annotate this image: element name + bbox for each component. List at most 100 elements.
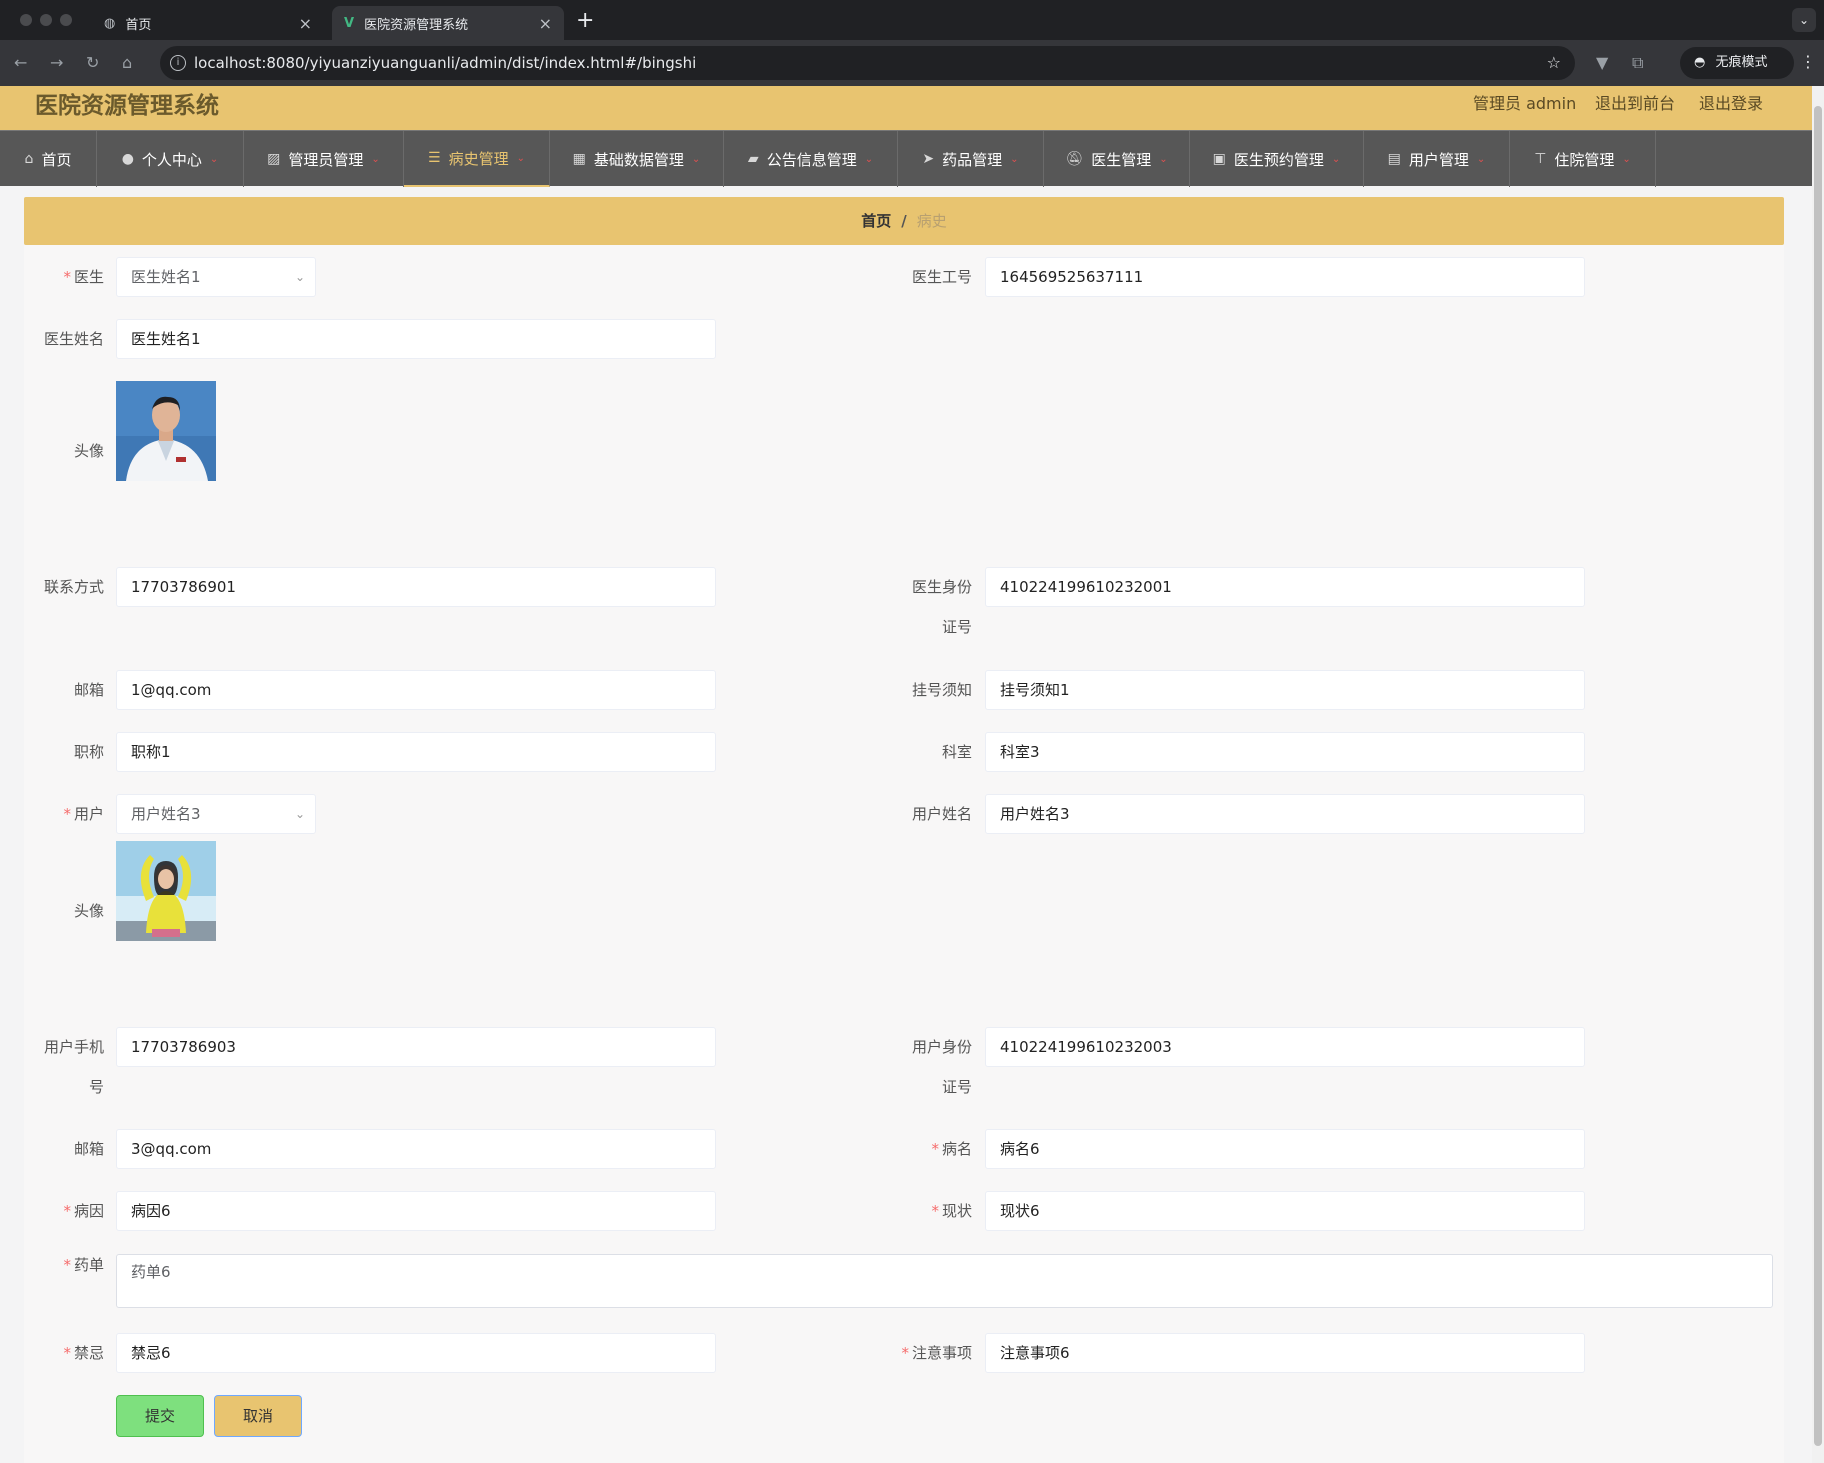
exit-to-front-link[interactable]: 退出到前台	[1595, 90, 1675, 114]
bell-off-icon: 🔕︎	[1065, 151, 1084, 167]
grid-icon: ▦	[572, 151, 586, 167]
nav-item-label: 用户管理	[1408, 150, 1469, 169]
nav-item-doctor[interactable]: 🔕︎ 医生管理 ⌄	[1044, 131, 1190, 187]
window-close-dot[interactable]	[20, 14, 32, 26]
nav-item-basic-data[interactable]: ▦ 基础数据管理 ⌄	[550, 131, 724, 187]
doctor-avatar-illustration	[116, 381, 216, 481]
user-phone-label-line2: 号	[88, 1078, 104, 1096]
history-form: * 医生 医生姓名1 ⌄ 医生工号 164569525637111 医生姓名 医生…	[24, 245, 1784, 1463]
close-icon[interactable]: ×	[299, 14, 312, 33]
address-bar[interactable]: i localhost:8080/yiyuanziyuanguanli/admi…	[160, 46, 1575, 80]
nav-item-label: 医生管理	[1091, 150, 1152, 169]
list-icon: ☰	[428, 150, 441, 166]
prescription-label: * 药单	[63, 1256, 104, 1274]
reload-icon[interactable]: ↻	[86, 53, 99, 72]
title-field[interactable]: 职称1	[116, 732, 716, 772]
status-field[interactable]: 现状6	[985, 1191, 1585, 1231]
nav-item-home[interactable]: ⌂ 首页	[0, 131, 97, 187]
window-minimize-dot[interactable]	[40, 14, 52, 26]
cancel-button[interactable]: 取消	[214, 1395, 302, 1437]
breadcrumb-separator: /	[901, 212, 907, 230]
taboo-field[interactable]: 禁忌6	[116, 1333, 716, 1373]
nav-item-label: 住院管理	[1554, 150, 1615, 169]
doctor-phone-field[interactable]: 17703786901	[116, 567, 716, 607]
user-email-field[interactable]: 3@qq.com	[116, 1129, 716, 1169]
title-label: 职称	[73, 743, 104, 761]
nav-item-inpatient[interactable]: ⊤ 住院管理 ⌄	[1510, 131, 1656, 187]
close-icon[interactable]: ×	[539, 14, 552, 33]
nav-item-history[interactable]: ☰ 病史管理 ⌄	[404, 131, 550, 187]
doctor-avatar-label: 头像	[73, 442, 104, 460]
nav-item-personal[interactable]: ● 个人中心 ⌄	[97, 131, 244, 187]
chevron-down-icon: ⌄	[516, 152, 525, 164]
cause-field[interactable]: 病因6	[116, 1191, 716, 1231]
user-select[interactable]: 用户姓名3 ⌄	[116, 794, 316, 834]
user-email-label: 邮箱	[73, 1140, 104, 1158]
url-text: localhost:8080/yiyuanziyuanguanli/admin/…	[194, 54, 697, 72]
chevron-down-icon[interactable]: ⌄	[1792, 8, 1816, 32]
incognito-icon: ◓	[1694, 55, 1706, 70]
submit-button[interactable]: 提交	[116, 1395, 204, 1437]
vue-devtools-icon[interactable]: ▼	[1596, 53, 1608, 72]
more-menu-icon[interactable]: ⋮	[1800, 52, 1816, 71]
browser-tab-active[interactable]: V 医院资源管理系统 ×	[332, 6, 564, 40]
prescription-textarea[interactable]: 药单6	[116, 1254, 1773, 1308]
home-icon: ⌂	[24, 151, 34, 167]
user-idcard-label-line2: 证号	[941, 1078, 972, 1096]
browser-tab-home[interactable]: ◍ 首页 ×	[92, 6, 324, 40]
user-avatar-image[interactable]	[116, 841, 216, 941]
department-field[interactable]: 科室3	[985, 732, 1585, 772]
chevron-down-icon: ⌄	[209, 153, 219, 165]
nav-item-appointment[interactable]: ▣ 医生预约管理 ⌄	[1190, 131, 1364, 187]
bookmark-star-icon[interactable]: ☆	[1547, 46, 1561, 80]
doctor-no-field[interactable]: 164569525637111	[985, 257, 1585, 297]
department-label: 科室	[941, 743, 972, 761]
status-label: * 现状	[931, 1202, 972, 1220]
logout-link[interactable]: 退出登录	[1699, 90, 1763, 114]
incognito-badge[interactable]: ◓ 无痕模式	[1680, 47, 1794, 79]
user-idcard-label-line1: 用户身份	[911, 1038, 972, 1056]
breadcrumb-home[interactable]: 首页	[861, 212, 891, 230]
page-scrollbar[interactable]	[1812, 86, 1824, 1463]
doctor-no-label: 医生工号	[911, 268, 972, 286]
disease-field[interactable]: 病名6	[985, 1129, 1585, 1169]
register-notice-field[interactable]: 挂号须知1	[985, 670, 1585, 710]
scrollbar-thumb[interactable]	[1814, 106, 1822, 1446]
chevron-down-icon: ⌄	[294, 807, 305, 821]
doctor-select[interactable]: 医生姓名1 ⌄	[116, 257, 316, 297]
nav-item-users[interactable]: ▤ 用户管理 ⌄	[1364, 131, 1510, 187]
globe-icon: ◍	[104, 15, 116, 31]
notes-field[interactable]: 注意事项6	[985, 1333, 1585, 1373]
nav-item-admin[interactable]: ▨ 管理员管理 ⌄	[244, 131, 404, 187]
user-name-field[interactable]: 用户姓名3	[985, 794, 1585, 834]
nav-item-medicine[interactable]: ➤ 药品管理 ⌄	[898, 131, 1044, 187]
tab-title: 首页	[125, 17, 152, 33]
back-icon[interactable]: ←	[14, 53, 27, 72]
user-idcard-field[interactable]: 410224199610232003	[985, 1027, 1585, 1067]
page-viewport: 医院资源管理系统 管理员 admin 退出到前台 退出登录 ⌂ 首页 ● 个人中…	[0, 86, 1812, 1463]
nav-item-label: 病史管理	[448, 149, 509, 168]
main-nav: ⌂ 首页 ● 个人中心 ⌄ ▨ 管理员管理 ⌄ ☰ 病史管理 ⌄ ▦ 基础数据管…	[0, 130, 1812, 187]
nav-item-label: 管理员管理	[288, 150, 364, 169]
browser-tab-strip: ◍ 首页 × V 医院资源管理系统 × + ⌄	[0, 0, 1824, 40]
chevron-down-icon: ⌄	[371, 153, 380, 165]
extensions-icon[interactable]: ⧉	[1632, 53, 1643, 73]
doctor-avatar-image[interactable]	[116, 381, 216, 481]
doctor-email-field[interactable]: 1@qq.com	[116, 670, 716, 710]
user-avatar-label: 头像	[73, 902, 104, 920]
nav-item-notice[interactable]: ▰ 公告信息管理 ⌄	[724, 131, 898, 187]
home-icon[interactable]: ⌂	[122, 53, 132, 72]
user-phone-field[interactable]: 17703786903	[116, 1027, 716, 1067]
info-icon[interactable]: i	[170, 55, 186, 71]
send-icon: ➤	[922, 151, 935, 167]
forward-icon[interactable]: →	[50, 53, 63, 72]
breadcrumb-current: 病史	[916, 212, 947, 230]
doctor-email-label: 邮箱	[73, 681, 104, 699]
window-zoom-dot[interactable]	[60, 14, 72, 26]
user-icon: ●	[121, 151, 134, 167]
doctor-idcard-field[interactable]: 410224199610232001	[985, 567, 1585, 607]
chevron-down-icon: ⌄	[1159, 153, 1168, 165]
doctor-name-field[interactable]: 医生姓名1	[116, 319, 716, 359]
cause-label: * 病因	[63, 1202, 104, 1220]
new-tab-icon[interactable]: +	[576, 8, 594, 33]
